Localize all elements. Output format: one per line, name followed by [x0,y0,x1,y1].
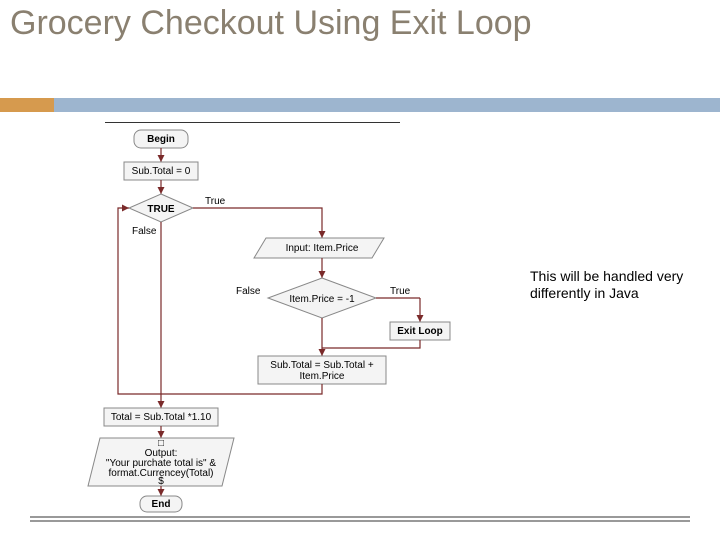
node-end-label: End [152,499,171,510]
bottom-rule [30,516,690,522]
node-begin-label: Begin [147,134,175,145]
decision-true-label: True [390,286,411,297]
loop-cond-true-label: True [205,196,226,207]
node-input-label: Input: Item.Price [286,243,359,254]
node-accum-label-1: Sub.Total = Sub.Total + [270,360,374,371]
side-note: This will be handled very differently in… [530,268,700,302]
node-decision-label: Item.Price = -1 [289,294,355,305]
title-underline-band [0,98,720,112]
node-init-label: Sub.Total = 0 [132,166,191,177]
node-loop-cond-label: TRUE [147,204,175,215]
decision-false-label: False [236,286,261,297]
page-title: Grocery Checkout Using Exit Loop [0,0,720,43]
node-exit-label: Exit Loop [397,326,443,337]
flowchart: Begin Sub.Total = 0 TRUE True False Inpu… [0,122,720,516]
node-accum-label-2: Item.Price [299,371,344,382]
node-total-label: Total = Sub.Total *1.10 [111,412,212,423]
svg-text:$: $ [158,476,164,487]
loop-cond-false-label: False [132,226,157,237]
